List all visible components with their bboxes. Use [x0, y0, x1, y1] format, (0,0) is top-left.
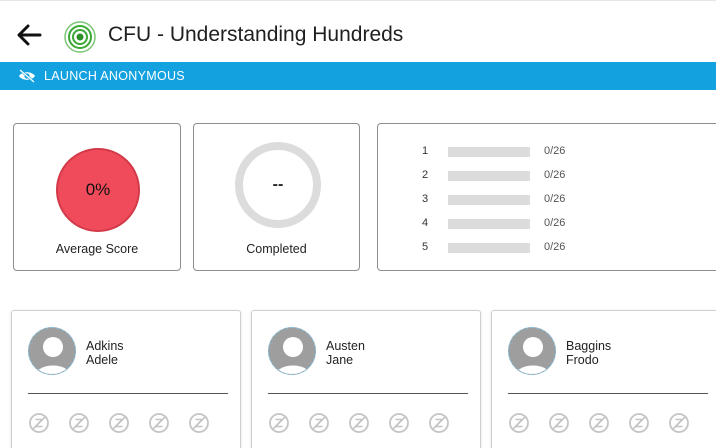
- student-last-name: Austen: [326, 339, 365, 353]
- person-silhouette-icon: [275, 337, 311, 374]
- question-row[interactable]: 2 0/26: [378, 168, 716, 184]
- question-number: 2: [422, 169, 429, 181]
- question-number: 4: [422, 217, 429, 229]
- not-answered-icon[interactable]: [628, 412, 650, 434]
- completed-label: Completed: [246, 242, 307, 256]
- question-row[interactable]: 3 0/26: [378, 192, 716, 208]
- question-number: 3: [422, 193, 429, 205]
- question-progress-bar: [448, 219, 530, 229]
- not-answered-icon[interactable]: [668, 412, 690, 434]
- average-score-card: 0% Average Score: [13, 123, 181, 271]
- not-answered-icon[interactable]: [548, 412, 570, 434]
- question-count: 0/26: [544, 169, 566, 181]
- not-answered-icon[interactable]: [28, 412, 50, 434]
- person-silhouette-icon: [515, 337, 551, 374]
- arrow-left-icon: [17, 24, 42, 46]
- question-number: 1: [422, 145, 429, 157]
- not-answered-icon[interactable]: [388, 412, 410, 434]
- question-progress-bar: [448, 171, 530, 181]
- question-row[interactable]: 4 0/26: [378, 216, 716, 232]
- student-first-name: Adele: [86, 353, 118, 367]
- person-silhouette-icon: [35, 337, 71, 374]
- not-answered-icon[interactable]: [268, 412, 290, 434]
- question-number: 5: [422, 241, 429, 253]
- not-answered-icon[interactable]: [188, 412, 210, 434]
- student-card[interactable]: Baggins Frodo: [491, 310, 716, 448]
- question-status-row: [268, 412, 450, 434]
- question-row[interactable]: 1 0/26: [378, 144, 716, 160]
- question-progress-bar: [448, 147, 530, 157]
- avatar: [508, 327, 556, 375]
- not-answered-icon[interactable]: [508, 412, 530, 434]
- average-score-circle: 0%: [56, 148, 140, 232]
- page-title: CFU - Understanding Hundreds: [108, 23, 404, 46]
- not-answered-icon[interactable]: [108, 412, 130, 434]
- student-first-name: Frodo: [566, 353, 599, 367]
- student-last-name: Baggins: [566, 339, 612, 353]
- not-answered-icon[interactable]: [588, 412, 610, 434]
- divider: [268, 393, 468, 394]
- question-row[interactable]: 5 0/26: [378, 240, 716, 256]
- launch-anonymous-label: LAUNCH ANONYMOUS: [44, 69, 185, 83]
- average-score-label: Average Score: [55, 242, 139, 256]
- back-button[interactable]: [14, 21, 44, 49]
- completed-value: --: [272, 176, 284, 193]
- student-last-name: Adkins: [86, 339, 124, 353]
- avatar: [28, 327, 76, 375]
- question-count: 0/26: [544, 217, 566, 229]
- target-icon: [64, 21, 96, 53]
- divider: [28, 393, 228, 394]
- eye-off-icon: [19, 69, 35, 83]
- question-count: 0/26: [544, 241, 566, 253]
- not-answered-icon[interactable]: [308, 412, 330, 434]
- question-count: 0/26: [544, 193, 566, 205]
- launch-anonymous-button[interactable]: LAUNCH ANONYMOUS: [0, 62, 716, 90]
- question-progress-bar: [448, 243, 530, 253]
- not-answered-icon[interactable]: [428, 412, 450, 434]
- completed-card: -- Completed: [193, 123, 360, 271]
- question-progress-card: 1 0/26 2 0/26 3 0/26 4 0/26 5 0/26: [377, 123, 716, 271]
- question-status-row: [28, 412, 210, 434]
- completed-ring: --: [235, 142, 321, 228]
- student-card[interactable]: Adkins Adele: [11, 310, 241, 448]
- question-count: 0/26: [544, 145, 566, 157]
- question-progress-bar: [448, 195, 530, 205]
- student-first-name: Jane: [326, 353, 354, 367]
- question-status-row: [508, 412, 690, 434]
- avatar: [268, 327, 316, 375]
- app-header: CFU - Understanding Hundreds: [0, 0, 716, 62]
- not-answered-icon[interactable]: [148, 412, 170, 434]
- not-answered-icon[interactable]: [348, 412, 370, 434]
- not-answered-icon[interactable]: [68, 412, 90, 434]
- average-score-value: 0%: [85, 180, 111, 199]
- divider: [508, 393, 708, 394]
- student-card[interactable]: Austen Jane: [251, 310, 481, 448]
